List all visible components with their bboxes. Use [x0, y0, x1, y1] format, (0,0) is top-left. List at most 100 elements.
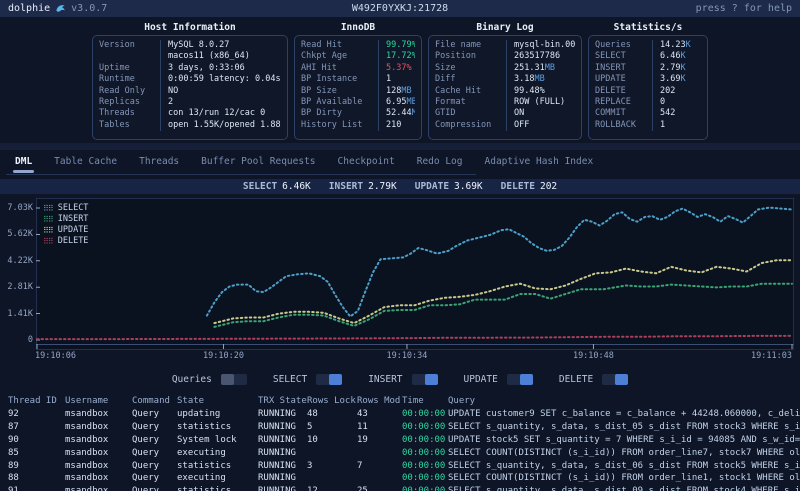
panel-row-value: open 1.55K/opened 1.88K: [161, 120, 281, 131]
panel-row: BP Dirty52.44MB: [301, 108, 415, 119]
x-axis-label: 19:10:48: [573, 351, 614, 361]
panel-row: Uptime3 days, 0:33:06: [99, 63, 281, 74]
panel-row-value: 99.79%: [379, 40, 415, 51]
legend-label: INSERT: [58, 214, 89, 225]
legend-marker-icon: ⠿⠿: [43, 225, 53, 236]
cell-query: SELECT s_quantity, s_data, s_dist_09 s_d…: [448, 485, 800, 491]
cell-username: msandbox: [65, 408, 132, 421]
panel-row: INSERT2.79K: [595, 63, 701, 74]
panel-row-value: 1: [653, 120, 665, 131]
panel-row-value: 52.44MB: [379, 108, 415, 119]
panel-row-value: ROW (FULL): [507, 97, 565, 108]
cell-rows_mod: 19: [357, 434, 402, 447]
panel-row-label: ROLLBACK: [595, 120, 653, 131]
panel-row-label: BP Dirty: [301, 108, 379, 119]
cell-command: Query: [132, 421, 177, 434]
tab-buffer-pool-requests[interactable]: Buffer Pool Requests: [192, 154, 324, 174]
legend-label: SELECT: [58, 203, 89, 214]
graph-stat-select: SELECT6.46K: [243, 181, 311, 192]
panel-row-value: 14.23K: [653, 40, 691, 51]
panel-row-label: Size: [435, 63, 507, 74]
cell-trx_state: RUNNING: [258, 408, 307, 421]
cell-rows_lock: [307, 472, 357, 485]
panel-title: Host Information: [92, 21, 288, 35]
graph-stat-value: 2.79K: [368, 181, 397, 192]
cell-time: 00:00:00: [402, 447, 448, 460]
toggle-delete[interactable]: DELETE: [559, 374, 628, 385]
toggle-select[interactable]: SELECT: [273, 374, 342, 385]
panel-row-value: macos11 (x86_64): [161, 51, 250, 62]
table-row[interactable]: 90msandboxQuerySystem lockRUNNING101900:…: [8, 434, 800, 447]
panel-row-label: File name: [435, 40, 507, 51]
graph-stat-label: UPDATE: [415, 181, 449, 192]
cell-rows_lock: [307, 447, 357, 460]
panel-row-value: 0: [653, 97, 665, 108]
toggle-switch[interactable]: [221, 374, 247, 385]
cell-rows_mod: 25: [357, 485, 402, 491]
panel-row: Queries14.23K: [595, 40, 701, 51]
panel-row: macos11 (x86_64): [99, 51, 281, 62]
cell-time: 00:00:00: [402, 421, 448, 434]
toggle-switch[interactable]: [507, 374, 533, 385]
y-axis-label: 0: [28, 335, 33, 345]
panel-row: History List210: [301, 120, 415, 131]
cell-rows_mod: 43: [357, 408, 402, 421]
tab-adaptive-hash-index[interactable]: Adaptive Hash Index: [476, 154, 603, 174]
table-row[interactable]: 85msandboxQueryexecutingRUNNING00:00:00S…: [8, 447, 800, 460]
panel-row-value: 2: [161, 97, 173, 108]
toggle-knob: [329, 374, 342, 385]
panel-row-value: 3.69K: [653, 74, 686, 85]
cell-username: msandbox: [65, 460, 132, 473]
cell-username: msandbox: [65, 447, 132, 460]
column-header-rows-lock: Rows Lock: [307, 395, 357, 408]
graph-stat-value: 202: [540, 181, 557, 192]
panel-row-label: Queries: [595, 40, 653, 51]
legend-marker-icon: ⠿⠿: [43, 203, 53, 214]
panel-row-label: Read Hit: [301, 40, 379, 51]
panel-row-value: ON: [507, 108, 524, 119]
table-row[interactable]: 89msandboxQuerystatisticsRUNNING3700:00:…: [8, 460, 800, 473]
table-row[interactable]: 92msandboxQueryupdatingRUNNING484300:00:…: [8, 408, 800, 421]
table-row[interactable]: 91msandboxQuerystatisticsRUNNING122500:0…: [8, 485, 800, 491]
panel-row-value: 210: [379, 120, 401, 131]
toggle-switch[interactable]: [412, 374, 438, 385]
cell-thread_id: 87: [8, 421, 65, 434]
graph-stat-insert: INSERT2.79K: [329, 181, 397, 192]
processlist-header-row: Thread IDUsernameCommandStateTRX StateRo…: [8, 395, 800, 408]
panel-title: Statistics/s: [588, 21, 708, 35]
tab-threads[interactable]: Threads: [130, 154, 188, 174]
legend-item-insert: ⠿⠿INSERT: [43, 214, 88, 225]
panel-row-label: BP Instance: [301, 74, 379, 85]
toggle-queries[interactable]: Queries: [172, 374, 247, 385]
panel-row: Position263517786: [435, 51, 575, 62]
cell-thread_id: 85: [8, 447, 65, 460]
toggle-update[interactable]: UPDATE: [464, 374, 533, 385]
panel-title: Binary Log: [428, 21, 582, 35]
cell-state: statistics: [177, 460, 258, 473]
toggle-insert[interactable]: INSERT: [368, 374, 437, 385]
cell-rows_mod: [357, 447, 402, 460]
panel-row-value: 6.95MB: [379, 97, 415, 108]
tab-dml[interactable]: DML: [6, 154, 41, 174]
dml-chart: 7.03K5.62K4.22K2.81K1.41K0 ⠿⠿SELECT⠿⠿INS…: [0, 198, 800, 350]
tab-checkpoint[interactable]: Checkpoint: [329, 154, 404, 174]
cell-username: msandbox: [65, 421, 132, 434]
cell-query: UPDATE customer9 SET c_balance = c_balan…: [448, 408, 800, 421]
table-row[interactable]: 88msandboxQueryexecutingRUNNING00:00:00S…: [8, 472, 800, 485]
cell-username: msandbox: [65, 485, 132, 491]
toggle-switch[interactable]: [316, 374, 342, 385]
cell-thread_id: 92: [8, 408, 65, 421]
panel-row: Read Hit99.79%: [301, 40, 415, 51]
column-header-rows-mod: Rows Mod: [357, 395, 402, 408]
panel-row: SELECT6.46K: [595, 51, 701, 62]
column-header-thread-id: Thread ID: [8, 395, 65, 408]
toggle-switch[interactable]: [602, 374, 628, 385]
panel-row-value: MySQL 8.0.27: [161, 40, 229, 51]
tab-table-cache[interactable]: Table Cache: [45, 154, 126, 174]
table-row[interactable]: 87msandboxQuerystatisticsRUNNING51100:00…: [8, 421, 800, 434]
title-bar: dolphie v3.0.7 W492F0YXKJ:21728 press ? …: [0, 0, 800, 17]
panel-row-value: 542: [653, 108, 675, 119]
metric-tabs: DMLTable CacheThreadsBuffer Pool Request…: [0, 150, 800, 174]
y-axis-label: 2.81K: [7, 282, 33, 292]
tab-redo-log[interactable]: Redo Log: [408, 154, 472, 174]
